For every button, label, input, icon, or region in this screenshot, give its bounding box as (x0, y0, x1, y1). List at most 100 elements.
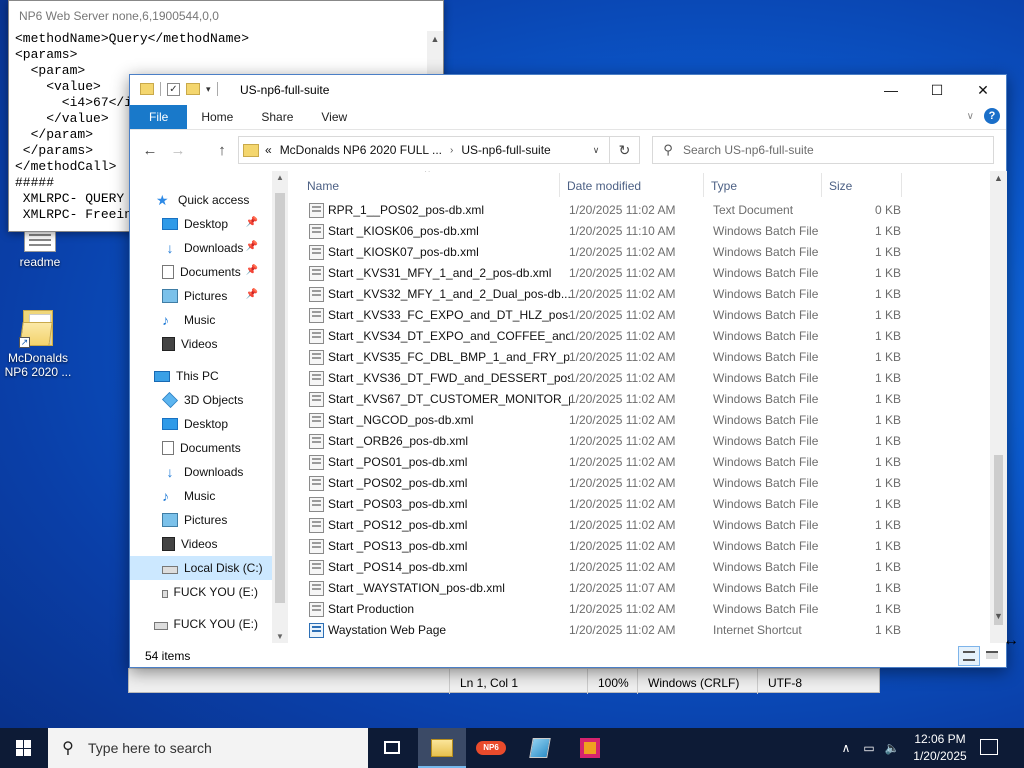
file-row[interactable]: Start _POS13_pos-db.xml 1/20/2025 11:02 A… (300, 536, 906, 557)
file-row[interactable]: Start _KVS33_FC_EXPO_and_DT_HLZ_pos-... 1… (300, 305, 906, 326)
nav-item-3d-objects[interactable]: 3D Objects (162, 388, 258, 412)
close-button[interactable]: ✕ (960, 75, 1006, 105)
tab-view[interactable]: View (307, 105, 361, 129)
scroll-up-icon[interactable]: ▲ (272, 173, 288, 182)
refresh-button[interactable]: ↻ (610, 136, 640, 164)
breadcrumb-overflow[interactable]: « (265, 143, 272, 157)
breadcrumb-parent[interactable]: McDonalds NP6 2020 FULL ... (280, 143, 442, 157)
file-row[interactable]: Start _WAYSTATION_pos-db.xml 1/20/2025 11… (300, 578, 906, 599)
nav-item-desktop[interactable]: Desktop (162, 412, 258, 436)
show-hidden-icons-button[interactable]: ∧ (836, 728, 856, 768)
file-row[interactable]: RPR_1__POS02_pos-db.xml 1/20/2025 11:02 A… (300, 200, 906, 221)
nav-item-pictures[interactable]: Pictures (162, 508, 258, 532)
taskbar-search-placeholder[interactable]: Type here to search (88, 740, 212, 756)
nav-item-this-pc[interactable]: This PC (154, 364, 258, 388)
forward-button[interactable]: → (168, 141, 188, 161)
scroll-down-icon[interactable]: ▼ (990, 611, 1007, 621)
nav-item-music[interactable]: ♪ Music (162, 308, 258, 332)
back-button[interactable]: ← (140, 141, 160, 161)
nav-item-label: FUCK YOU (E:) (173, 585, 258, 599)
scroll-thumb[interactable] (275, 193, 285, 603)
file-row[interactable]: Waystation Web Page 1/20/2025 11:02 AM Int… (300, 620, 906, 641)
network-icon[interactable]: ▭ (858, 728, 880, 768)
file-row[interactable]: Start _NGCOD_pos-db.xml 1/20/2025 11:02 A… (300, 410, 906, 431)
scroll-thumb[interactable] (994, 455, 1003, 625)
file-row[interactable]: Start _KIOSK06_pos-db.xml 1/20/2025 11:10… (300, 221, 906, 242)
desktop-icon-readme[interactable]: readme (2, 228, 78, 269)
properties-icon[interactable]: ✓ (167, 82, 180, 96)
file-row[interactable]: Start _POS03_pos-db.xml 1/20/2025 11:02 A… (300, 494, 906, 515)
file-row[interactable]: Start _ORB26_pos-db.xml 1/20/2025 11:02 A… (300, 431, 906, 452)
search-placeholder[interactable]: Search US-np6-full-suite (683, 143, 814, 157)
file-row[interactable]: Start _KIOSK07_pos-db.xml 1/20/2025 11:02… (300, 242, 906, 263)
new-folder-icon[interactable] (186, 83, 200, 95)
nav-item-downloads[interactable]: ↓ Downloads (162, 460, 258, 484)
file-row[interactable]: Start _KVS36_DT_FWD_and_DESSERT_pos-... 1… (300, 368, 906, 389)
nav-item-label: Downloads (184, 241, 244, 255)
file-row[interactable]: Start _KVS67_DT_CUSTOMER_MONITOR_p... 1/2… (300, 389, 906, 410)
details-view-button[interactable] (958, 646, 980, 666)
file-row[interactable]: Start _KVS34_DT_EXPO_and_COFFEE_and_... 1… (300, 326, 906, 347)
file-row[interactable]: Start _KVS31_MFY_1_and_2_pos-db.xml 1/20/… (300, 263, 906, 284)
notification-center-icon[interactable] (980, 739, 998, 755)
file-row[interactable]: Start _POS14_pos-db.xml 1/20/2025 11:02 A… (300, 557, 906, 578)
taskbar-search-box[interactable]: ⚲ Type here to search (48, 728, 368, 768)
large-icons-view-button[interactable] (981, 646, 1003, 666)
task-view-button[interactable] (368, 728, 416, 768)
file-type: Windows Batch File (713, 455, 819, 469)
nav-item-desktop[interactable]: Desktop 📌 (162, 212, 258, 236)
title-bar[interactable]: ✓ ▾ US-np6-full-suite — ☐ ✕ (130, 75, 1006, 105)
taskbar-app[interactable] (566, 728, 614, 768)
file-explorer-window[interactable]: ✓ ▾ US-np6-full-suite — ☐ ✕ File Home Sh… (129, 74, 1007, 668)
minimize-button[interactable]: — (868, 75, 914, 105)
desktop-icon-mcdonalds-folder[interactable]: ↗ McDonalds NP6 2020 ... (0, 308, 76, 379)
column-header-name[interactable]: Name (300, 173, 560, 197)
scroll-down-icon[interactable]: ▼ (272, 632, 288, 641)
up-button[interactable]: ↑ (212, 141, 232, 161)
system-clock[interactable]: 12:06 PM 1/20/2025 (904, 731, 976, 765)
nav-item-videos[interactable]: Videos (162, 532, 258, 556)
file-list-scrollbar[interactable]: ▲ ▼ (990, 171, 1007, 643)
file-row[interactable]: Start _POS01_pos-db.xml 1/20/2025 11:02 A… (300, 452, 906, 473)
customize-toolbar-icon[interactable]: ▾ (206, 84, 211, 95)
nav-item-fuck-you-e[interactable]: FUCK YOU (E:) (154, 612, 258, 636)
scroll-up-icon[interactable]: ▲ (990, 173, 1007, 183)
column-header-date-modified[interactable]: Date modified (560, 173, 704, 197)
breadcrumb-current[interactable]: US-np6-full-suite (461, 143, 550, 157)
file-row[interactable]: Start _KVS35_FC_DBL_BMP_1_and_FRY_p... 1/… (300, 347, 906, 368)
help-icon[interactable]: ? (984, 108, 1000, 124)
taskbar-notepad[interactable] (516, 728, 564, 768)
nav-item-documents[interactable]: Documents 📌 (162, 260, 258, 284)
file-row[interactable]: Start _KVS32_MFY_1_and_2_Dual_pos-db....… (300, 284, 906, 305)
navigation-pane-scrollbar[interactable]: ▲ ▼ (272, 171, 288, 643)
taskbar-file-explorer[interactable] (418, 728, 466, 768)
search-box[interactable]: ⚲ Search US-np6-full-suite (652, 136, 994, 164)
file-row[interactable]: Start Production 1/20/2025 11:02 AM Window… (300, 599, 906, 620)
nav-item-documents[interactable]: Documents (162, 436, 258, 460)
scroll-up-icon[interactable]: ▲ (427, 31, 443, 47)
volume-muted-icon[interactable]: 🔈 (882, 728, 902, 768)
file-row[interactable]: Start _POS02_pos-db.xml 1/20/2025 11:02 A… (300, 473, 906, 494)
nav-item-fuck-you-e[interactable]: FUCK YOU (E:) (162, 580, 258, 604)
downloads-icon: ↓ (166, 240, 174, 256)
file-row[interactable]: Start _POS12_pos-db.xml 1/20/2025 11:02 A… (300, 515, 906, 536)
nav-item-pictures[interactable]: Pictures 📌 (162, 284, 258, 308)
tab-share[interactable]: Share (247, 105, 307, 129)
column-header-type[interactable]: Type (704, 173, 822, 197)
nav-item-local-disk-c[interactable]: Local Disk (C:) (130, 556, 272, 580)
column-header-size[interactable]: Size (822, 173, 902, 197)
tab-file[interactable]: File (130, 105, 188, 129)
expand-ribbon-icon[interactable]: ∨ (967, 111, 974, 122)
maximize-button[interactable]: ☐ (914, 75, 960, 105)
taskbar-np6-app[interactable]: NP6 (467, 728, 515, 768)
chevron-right-icon[interactable]: › (450, 145, 453, 156)
address-history-dropdown-icon[interactable]: ∨ (583, 137, 609, 163)
nav-item-downloads[interactable]: ↓ Downloads 📌 (162, 236, 259, 260)
tab-home[interactable]: Home (187, 105, 247, 129)
nav-item-music[interactable]: ♪ Music (162, 484, 258, 508)
nav-item-quick-access[interactable]: ★ Quick access (156, 188, 258, 212)
nav-item-videos[interactable]: Videos (162, 332, 258, 356)
file-date-modified: 1/20/2025 11:02 AM (569, 434, 676, 448)
address-bar[interactable]: « McDonalds NP6 2020 FULL ... › US-np6-f… (238, 136, 610, 164)
start-button[interactable] (0, 728, 48, 768)
